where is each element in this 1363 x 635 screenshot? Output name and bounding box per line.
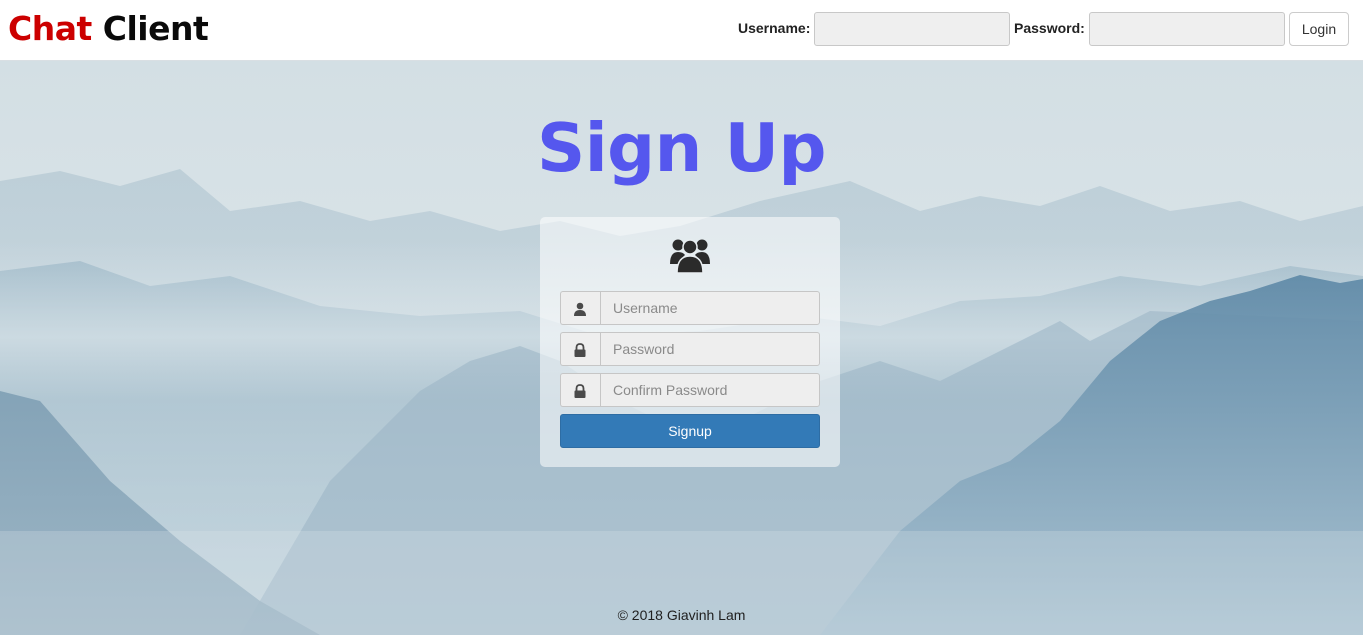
- user-icon: [574, 302, 586, 316]
- signup-confirm-password-input[interactable]: [600, 373, 820, 407]
- lock-icon: [574, 384, 586, 398]
- signup-panel: Signup: [540, 217, 840, 467]
- brand-client-text: Client: [102, 9, 209, 48]
- footer-copyright: © 2018 Giavinh Lam: [617, 607, 746, 623]
- top-navbar: Chat Client Username: Password: Login: [0, 0, 1363, 61]
- signup-username-input[interactable]: [600, 291, 820, 325]
- password-addon: [560, 332, 600, 366]
- page-title: Sign Up: [536, 109, 827, 187]
- signup-password-input[interactable]: [600, 332, 820, 366]
- confirm-password-addon: [560, 373, 600, 407]
- username-addon: [560, 291, 600, 325]
- users-icon: [670, 239, 710, 274]
- login-button[interactable]: Login: [1289, 12, 1349, 46]
- signup-password-field: [560, 332, 820, 366]
- brand-chat-text: Chat: [8, 9, 92, 48]
- signup-username-field: [560, 291, 820, 325]
- brand-logo[interactable]: Chat Client: [8, 9, 209, 49]
- login-username-input[interactable]: [814, 12, 1010, 46]
- login-password-input[interactable]: [1089, 12, 1285, 46]
- signup-confirm-password-field: [560, 373, 820, 407]
- signup-button[interactable]: Signup: [560, 414, 820, 448]
- login-username-label: Username:: [738, 20, 811, 36]
- login-password-label: Password:: [1014, 20, 1085, 36]
- lock-icon: [574, 343, 586, 357]
